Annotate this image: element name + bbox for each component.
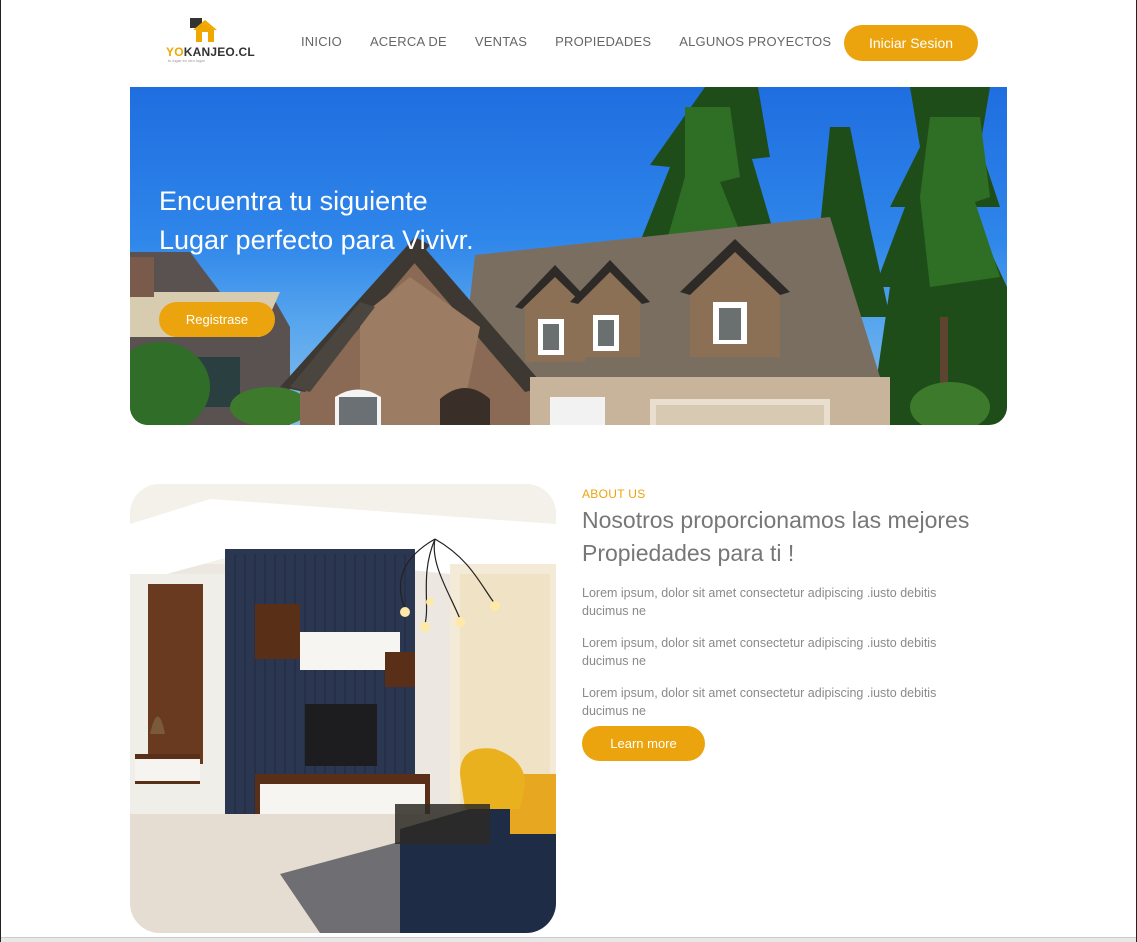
living-room-illustration	[130, 484, 556, 933]
login-button[interactable]: Iniciar Sesion	[844, 25, 978, 61]
main-nav: INICIO ACERCA DE VENTAS PROPIEDADES ALGU…	[301, 34, 831, 49]
about-paragraph-3: Lorem ipsum, dolor sit amet consectetur …	[582, 686, 937, 718]
about-title: Nosotros proporcionamos las mejores Prop…	[582, 507, 970, 566]
brand-name-part2: KANJEO.CL	[183, 45, 255, 59]
living-room-image	[130, 484, 556, 933]
nav-item-propiedades[interactable]: PROPIEDADES	[555, 34, 651, 49]
brand-name-part1: YO	[166, 45, 184, 59]
window-bottom-edge	[1, 937, 1136, 942]
register-button[interactable]: Registrase	[159, 302, 275, 337]
nav-item-inicio[interactable]: INICIO	[301, 34, 342, 49]
learn-more-button[interactable]: Learn more	[582, 726, 705, 761]
brand-tagline: tu lugar en otro lugar	[168, 58, 205, 63]
nav-item-proyectos[interactable]: ALGUNOS PROYECTOS	[679, 34, 831, 49]
nav-item-acerca-de[interactable]: ACERCA DE	[370, 34, 447, 49]
brand-name: YOKANJEO.CL	[166, 45, 255, 59]
hero-banner: Encuentra tu siguiente Lugar perfecto pa…	[130, 87, 1007, 425]
about-eyebrow: ABOUT US	[582, 487, 646, 501]
about-paragraph-1: Lorem ipsum, dolor sit amet consectetur …	[582, 586, 937, 618]
hero-title: Encuentra tu siguiente Lugar perfecto pa…	[159, 186, 474, 255]
about-paragraph-2: Lorem ipsum, dolor sit amet consectetur …	[582, 636, 937, 668]
nav-item-ventas[interactable]: VENTAS	[475, 34, 527, 49]
brand-logo[interactable]: YOKANJEO.CL tu lugar en otro lugar	[166, 16, 255, 63]
house-roof-icon	[190, 18, 217, 42]
